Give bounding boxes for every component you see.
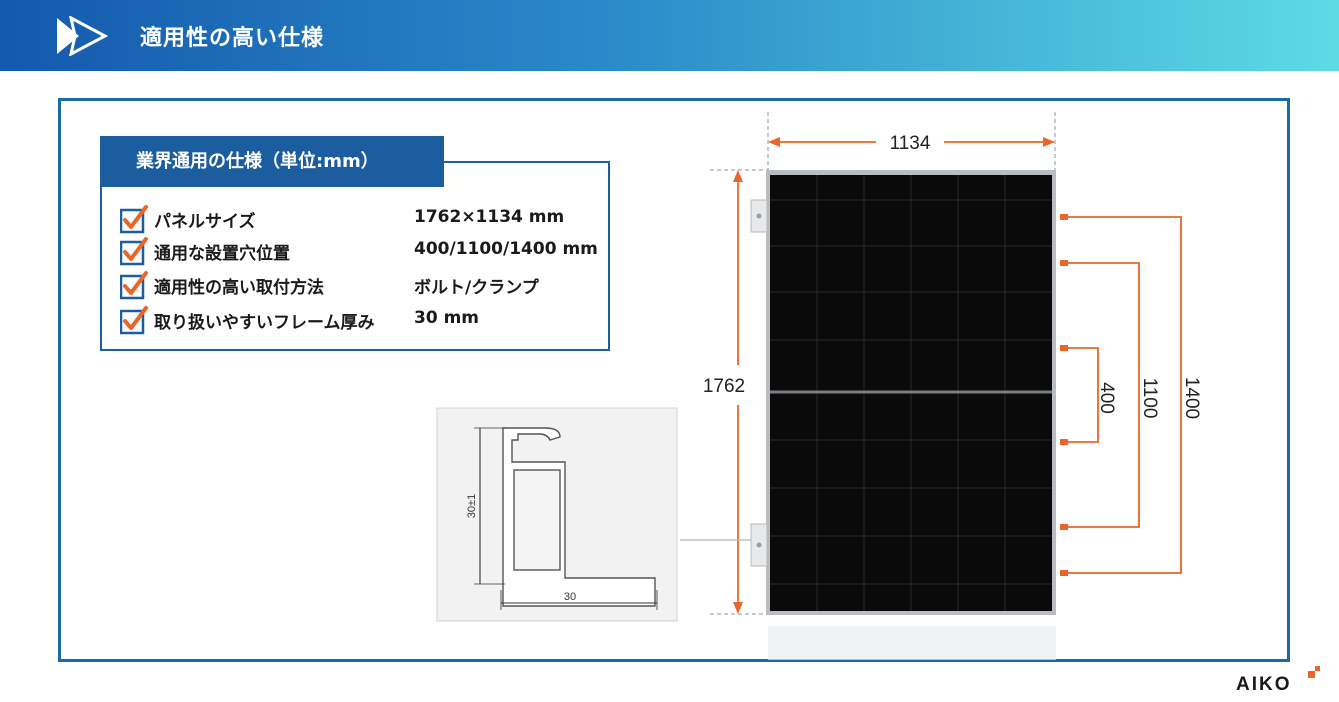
- header-bar: 適用性の高い仕様: [0, 0, 1339, 71]
- spec-value: ボルト/クランプ: [414, 278, 539, 298]
- brand-logo-text: AIKO: [1236, 674, 1292, 695]
- checkbox-checked-icon: [120, 237, 148, 266]
- spec-value: 30 mm: [414, 308, 480, 328]
- spec-card-title: 業界通用の仕様（単位:mm）: [100, 136, 444, 187]
- spec-value: 400/1100/1400 mm: [414, 239, 598, 259]
- checkbox-checked-icon: [120, 271, 148, 300]
- page-title: 適用性の高い仕様: [140, 26, 325, 51]
- checkbox-checked-icon: [120, 205, 148, 234]
- checkbox-checked-icon: [120, 306, 148, 335]
- double-chevron-right-icon: [57, 16, 109, 56]
- spec-value: 1762×1134 mm: [414, 207, 565, 227]
- spec-label: 適用性の高い取付方法: [154, 278, 324, 298]
- spec-label: 通用な設置穴位置: [154, 244, 290, 264]
- aiko-logo: AIKO: [1236, 666, 1320, 695]
- spec-label: 取り扱いやすいフレーム厚み: [154, 313, 375, 333]
- spec-label: パネルサイズ: [154, 212, 256, 232]
